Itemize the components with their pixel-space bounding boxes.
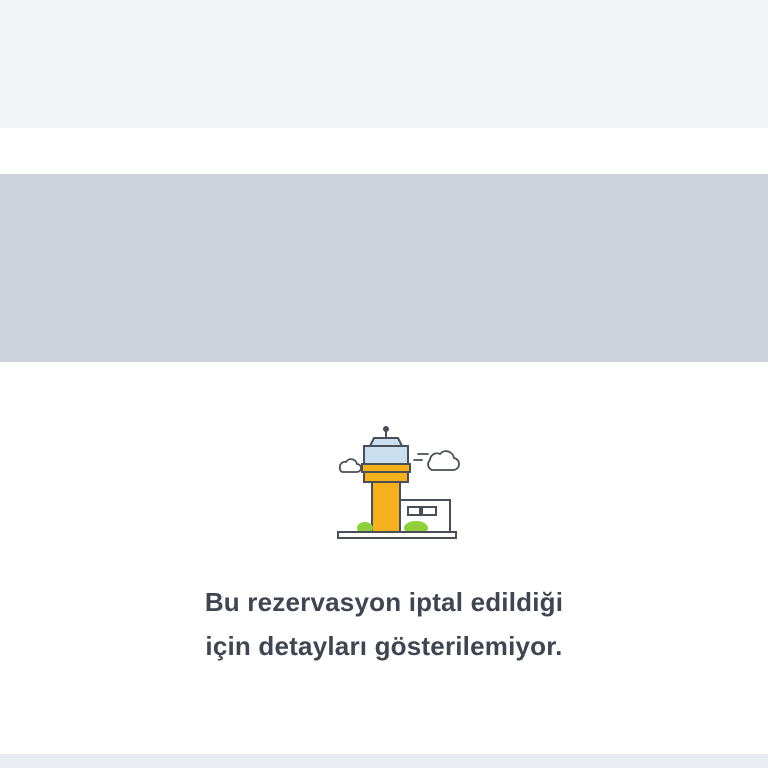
empty-state xyxy=(0,362,768,754)
message-line-2: için detayları gösterilemiyor. xyxy=(205,631,563,661)
footer-bar xyxy=(0,754,768,768)
message-line-1: Bu rezervasyon iptal edildiği xyxy=(204,587,564,617)
cancelled-message: Bu rezervasyon iptal edildiği için detay… xyxy=(84,580,684,668)
control-tower-icon xyxy=(337,426,460,539)
placeholder-panel xyxy=(0,174,768,362)
header-bar xyxy=(0,0,768,128)
cancelled-reservation-page: Bu rezervasyon iptal edildiği için detay… xyxy=(0,0,768,768)
spacer xyxy=(0,128,768,174)
